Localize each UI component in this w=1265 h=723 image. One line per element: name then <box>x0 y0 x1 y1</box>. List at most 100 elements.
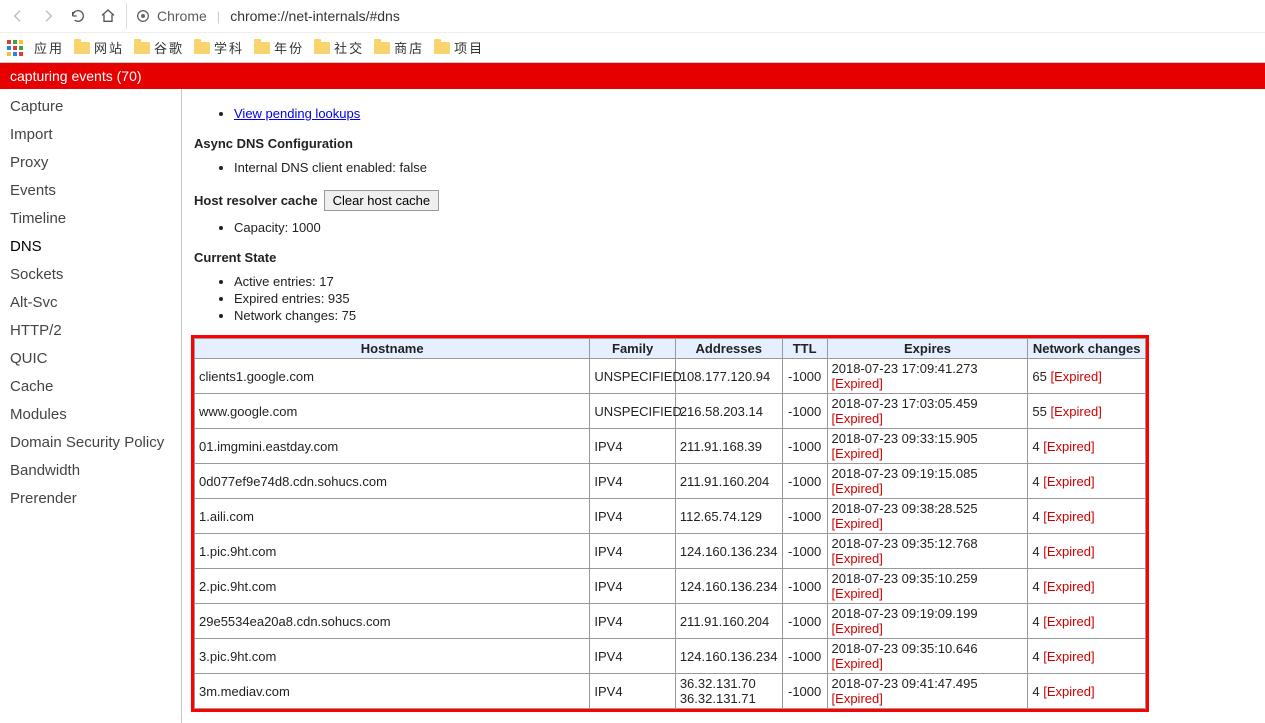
sidebar-item-modules[interactable]: Modules <box>0 401 181 429</box>
table-cell: 4 [Expired] <box>1028 674 1146 709</box>
table-cell: 2018-07-23 09:33:15.905 [Expired] <box>827 429 1028 464</box>
table-cell: 211.91.160.204 <box>675 604 782 639</box>
table-cell: 4 [Expired] <box>1028 429 1146 464</box>
bookmark-label: 网站 <box>94 38 124 57</box>
table-cell: UNSPECIFIED <box>590 359 675 394</box>
host-resolver-heading: Host resolver cache <box>194 193 318 208</box>
sidebar-item-alt-svc[interactable]: Alt-Svc <box>0 289 181 317</box>
home-button[interactable] <box>96 4 120 28</box>
browser-chrome: Chrome | chrome://net-internals/#dns 应用 … <box>0 0 1265 63</box>
table-row: 01.imgmini.eastday.comIPV4211.91.168.39-… <box>195 429 1146 464</box>
sidebar-item-domain-security-policy[interactable]: Domain Security Policy <box>0 429 181 457</box>
table-cell: UNSPECIFIED <box>590 394 675 429</box>
table-cell: -1000 <box>782 429 827 464</box>
table-cell: 0d077ef9e74d8.cdn.sohucs.com <box>195 464 590 499</box>
table-row: 1.pic.9ht.comIPV4124.160.136.234-1000201… <box>195 534 1146 569</box>
table-row: 3.pic.9ht.comIPV4124.160.136.234-1000201… <box>195 639 1146 674</box>
bookmark-folder[interactable]: 社交 <box>314 38 364 57</box>
sidebar-item-sockets[interactable]: Sockets <box>0 261 181 289</box>
table-cell: IPV4 <box>590 499 675 534</box>
column-header: Family <box>590 339 675 359</box>
forward-button[interactable] <box>36 4 60 28</box>
bookmark-label: 商店 <box>394 38 424 57</box>
sidebar-item-import[interactable]: Import <box>0 121 181 149</box>
main-content: View pending lookups Async DNS Configura… <box>182 89 1265 723</box>
browser-toolbar: Chrome | chrome://net-internals/#dns <box>0 0 1265 32</box>
table-cell: 1.aili.com <box>195 499 590 534</box>
table-cell: -1000 <box>782 499 827 534</box>
sidebar-item-timeline[interactable]: Timeline <box>0 205 181 233</box>
table-cell: www.google.com <box>195 394 590 429</box>
address-bar[interactable]: Chrome | chrome://net-internals/#dns <box>126 3 1259 29</box>
table-cell: clients1.google.com <box>195 359 590 394</box>
table-cell: 4 [Expired] <box>1028 499 1146 534</box>
bookmark-folder[interactable]: 商店 <box>374 38 424 57</box>
sidebar-item-quic[interactable]: QUIC <box>0 345 181 373</box>
table-row: 2.pic.9ht.comIPV4124.160.136.234-1000201… <box>195 569 1146 604</box>
folder-icon <box>194 42 210 54</box>
column-header: Network changes <box>1028 339 1146 359</box>
table-cell: 3.pic.9ht.com <box>195 639 590 674</box>
clear-host-cache-button[interactable]: Clear host cache <box>324 190 440 211</box>
bookmark-folder[interactable]: 学科 <box>194 38 244 57</box>
table-cell: 55 [Expired] <box>1028 394 1146 429</box>
table-cell: -1000 <box>782 464 827 499</box>
table-row: clients1.google.comUNSPECIFIED108.177.12… <box>195 359 1146 394</box>
internal-dns-status: Internal DNS client enabled: false <box>234 159 1253 176</box>
table-cell: 2018-07-23 09:35:10.646 [Expired] <box>827 639 1028 674</box>
table-cell: -1000 <box>782 534 827 569</box>
bookmark-apps[interactable]: 应用 <box>34 38 64 57</box>
sidebar-item-dns[interactable]: DNS <box>0 233 181 261</box>
table-cell: 211.91.160.204 <box>675 464 782 499</box>
host-resolver-table: HostnameFamilyAddressesTTLExpiresNetwork… <box>194 338 1146 709</box>
column-header: Hostname <box>195 339 590 359</box>
bookmark-label: 应用 <box>34 38 64 57</box>
table-cell: IPV4 <box>590 604 675 639</box>
sidebar-item-http-2[interactable]: HTTP/2 <box>0 317 181 345</box>
table-cell: 2018-07-23 09:19:15.085 [Expired] <box>827 464 1028 499</box>
site-label: Chrome <box>157 8 207 24</box>
reload-button[interactable] <box>66 4 90 28</box>
network-changes-value: Network changes: 75 <box>234 307 1253 324</box>
table-cell: 2018-07-23 17:09:41.273 [Expired] <box>827 359 1028 394</box>
banner-text: capturing events (70) <box>10 68 142 84</box>
table-row: www.google.comUNSPECIFIED216.58.203.14-1… <box>195 394 1146 429</box>
bookmark-folder[interactable]: 年份 <box>254 38 304 57</box>
bookmark-label: 年份 <box>274 38 304 57</box>
bookmark-label: 谷歌 <box>154 38 184 57</box>
folder-icon <box>434 42 450 54</box>
table-cell: 36.32.131.7036.32.131.71 <box>675 674 782 709</box>
back-button[interactable] <box>6 4 30 28</box>
apps-icon[interactable] <box>6 39 24 57</box>
table-row: 1.aili.comIPV4112.65.74.129-10002018-07-… <box>195 499 1146 534</box>
bookmark-folder[interactable]: 网站 <box>74 38 124 57</box>
sidebar-item-cache[interactable]: Cache <box>0 373 181 401</box>
table-cell: 3m.mediav.com <box>195 674 590 709</box>
table-cell: IPV4 <box>590 569 675 604</box>
folder-icon <box>314 42 330 54</box>
sidebar-item-capture[interactable]: Capture <box>0 93 181 121</box>
capacity-value: Capacity: 1000 <box>234 219 1253 236</box>
sidebar-item-bandwidth[interactable]: Bandwidth <box>0 457 181 485</box>
bookmark-folder[interactable]: 项目 <box>434 38 484 57</box>
sidebar-item-proxy[interactable]: Proxy <box>0 149 181 177</box>
table-cell: 1.pic.9ht.com <box>195 534 590 569</box>
sidebar-item-events[interactable]: Events <box>0 177 181 205</box>
table-cell: 4 [Expired] <box>1028 464 1146 499</box>
table-cell: 2018-07-23 09:38:28.525 [Expired] <box>827 499 1028 534</box>
table-cell: -1000 <box>782 604 827 639</box>
sidebar-nav: CaptureImportProxyEventsTimelineDNSSocke… <box>0 89 182 723</box>
sidebar-item-prerender[interactable]: Prerender <box>0 485 181 513</box>
table-cell: IPV4 <box>590 429 675 464</box>
table-row: 3m.mediav.comIPV436.32.131.7036.32.131.7… <box>195 674 1146 709</box>
table-cell: 29e5534ea20a8.cdn.sohucs.com <box>195 604 590 639</box>
folder-icon <box>134 42 150 54</box>
capturing-banner: capturing events (70) <box>0 63 1265 89</box>
table-cell: 2018-07-23 09:19:09.199 [Expired] <box>827 604 1028 639</box>
table-cell: 211.91.168.39 <box>675 429 782 464</box>
table-cell: 4 [Expired] <box>1028 639 1146 674</box>
pending-lookups-link[interactable]: View pending lookups <box>234 106 360 121</box>
table-cell: 4 [Expired] <box>1028 534 1146 569</box>
table-cell: 112.65.74.129 <box>675 499 782 534</box>
bookmark-folder[interactable]: 谷歌 <box>134 38 184 57</box>
